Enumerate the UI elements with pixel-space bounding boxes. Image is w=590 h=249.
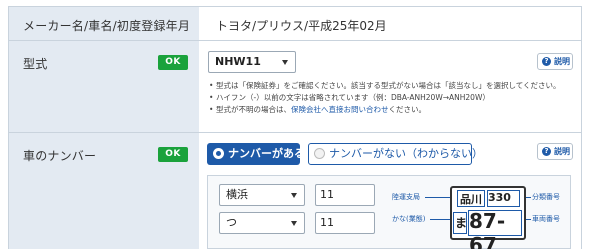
kana-select[interactable]: つ — [219, 212, 305, 234]
has-plate-radio[interactable]: ナンバーがある — [207, 143, 305, 165]
model-note: ハイフン（-）以前の文字は省略されています（例：DBA-ANH20W→ANH20… — [208, 92, 571, 104]
model-note: 型式が不明の場合は、保険会社へ直接お問い合わせください。 — [208, 104, 571, 116]
model-help-label: 説明 — [554, 57, 570, 66]
chevron-down-icon — [291, 221, 297, 226]
model-select[interactable]: NHW11 — [208, 51, 296, 73]
plate-input-panel: 横浜 11 つ 11 陸運支局 かな(業態) 分類番号 車両番号 品川 330 … — [207, 175, 571, 249]
model-note-suffix: ください。 — [388, 105, 427, 114]
radio-unselected-icon — [314, 148, 325, 159]
chevron-down-icon — [282, 60, 288, 65]
plate-diagram: 陸運支局 かな(業態) 分類番号 車両番号 品川 330 ま 87-67 — [392, 182, 568, 249]
serial-number-input[interactable]: 11 — [315, 212, 375, 234]
no-plate-radio[interactable]: ナンバーがない（わからない） — [308, 143, 483, 165]
sample-region: 品川 — [460, 193, 482, 206]
plate-label: 車のナンバー — [23, 149, 97, 163]
vehicle-row: メーカー名/車名/初度登録年月 トヨタ/プリウス/平成25年02月 — [9, 7, 581, 41]
model-note-text: 型式が不明の場合は、 — [216, 105, 291, 114]
diagram-label-region: 陸運支局 — [392, 193, 420, 201]
kana-select-value: つ — [226, 216, 237, 229]
model-label-cell: 型式 OK — [9, 41, 199, 132]
region-select-value: 横浜 — [226, 188, 248, 201]
plate-row: 車のナンバー OK ナンバーがある ナンバーがない（わからない） ? 説明 横浜 — [9, 133, 581, 249]
leader-line — [430, 219, 450, 220]
model-ok-badge: OK — [158, 55, 188, 70]
model-row: 型式 OK NHW11 ? 説明 型式は「保険証券」をご確認ください。該当する型… — [9, 41, 581, 133]
vehicle-label-cell: メーカー名/車名/初度登録年月 — [9, 7, 199, 40]
class-number-input[interactable]: 11 — [315, 184, 375, 206]
diagram-label-serial: 車両番号 — [532, 215, 560, 223]
has-plate-label: ナンバーがある — [228, 147, 305, 160]
model-label: 型式 — [23, 57, 48, 71]
vehicle-label: メーカー名/車名/初度登録年月 — [23, 19, 191, 33]
model-help-button[interactable]: ? 説明 — [537, 53, 573, 70]
sample-class: 330 — [488, 191, 511, 204]
model-select-value: NHW11 — [215, 55, 261, 68]
no-plate-label: ナンバーがない（わからない） — [329, 147, 483, 160]
contact-insurer-link[interactable]: 保険会社へ直接お問い合わせ — [291, 105, 389, 114]
model-notes: 型式は「保険証券」をご確認ください。該当する型式がない場合は「該当なし」を選択し… — [208, 80, 571, 116]
leader-line — [526, 219, 531, 220]
radio-selected-icon — [213, 148, 224, 159]
vehicle-value: トヨタ/プリウス/平成25年02月 — [216, 19, 387, 33]
question-icon: ? — [542, 147, 551, 156]
sample-kana: ま — [455, 216, 468, 230]
leader-line — [425, 197, 450, 198]
model-value-cell: NHW11 ? 説明 型式は「保険証券」をご確認ください。該当する型式がない場合… — [199, 41, 581, 132]
plate-help-label: 説明 — [554, 147, 570, 156]
diagram-label-kana: かな(業態) — [392, 215, 426, 223]
plate-help-button[interactable]: ? 説明 — [537, 143, 573, 160]
leader-line — [526, 197, 531, 198]
vehicle-info-form: メーカー名/車名/初度登録年月 トヨタ/プリウス/平成25年02月 型式 OK … — [8, 6, 582, 249]
region-select[interactable]: 横浜 — [219, 184, 305, 206]
plate-ok-badge: OK — [158, 147, 188, 162]
plate-value-cell: ナンバーがある ナンバーがない（わからない） ? 説明 横浜 11 つ 11 陸… — [199, 133, 581, 249]
license-plate-sample: 品川 330 ま 87-67 — [450, 186, 526, 249]
diagram-label-class: 分類番号 — [532, 193, 560, 201]
vehicle-value-cell: トヨタ/プリウス/平成25年02月 — [199, 7, 581, 40]
sample-serial: 87-67 — [469, 209, 506, 249]
chevron-down-icon — [291, 193, 297, 198]
question-icon: ? — [542, 57, 551, 66]
model-note: 型式は「保険証券」をご確認ください。該当する型式がない場合は「該当なし」を選択し… — [208, 80, 571, 92]
plate-label-cell: 車のナンバー OK — [9, 133, 199, 249]
